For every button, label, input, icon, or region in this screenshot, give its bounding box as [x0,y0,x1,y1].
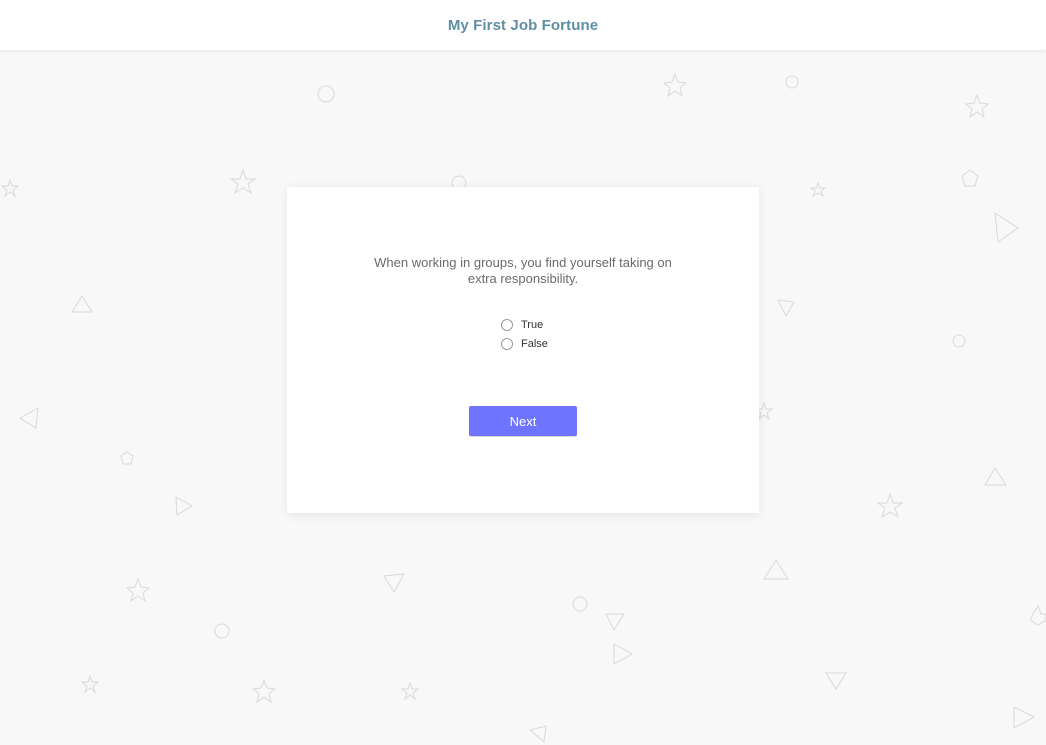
background-star [125,577,151,603]
background-triangle [613,643,634,665]
option-label-false: False [521,337,548,350]
background-star [1029,604,1046,626]
background-triangle [19,407,39,429]
background-triangle [175,496,193,516]
radio-button-false[interactable] [501,337,513,350]
background-circle [214,623,230,639]
background-triangle [777,299,795,318]
background-pentagon [961,169,979,187]
background-circle [952,334,966,348]
background-triangle [825,672,847,690]
background-triangle [1013,706,1036,729]
background-circle [317,85,335,103]
option-true[interactable]: True [501,315,621,334]
background-star [229,168,257,195]
answer-options: True False [501,315,621,353]
next-button[interactable]: Next [469,406,577,436]
background-star [80,674,100,694]
option-label-true: True [521,318,544,331]
background-triangle [763,559,789,580]
background-star [876,492,904,519]
question-text: When working in groups, you find yoursel… [374,255,672,286]
background-circle [785,75,799,89]
background-triangle [984,467,1007,486]
app-header: My First Job Fortune [0,0,1046,50]
background-triangle [383,573,405,593]
background-triangle [994,212,1019,243]
background-triangle [528,725,547,743]
radio-button-true[interactable] [501,318,513,331]
background-star [0,178,20,198]
background-star [251,678,277,704]
background-pentagon [120,451,134,465]
option-false[interactable]: False [501,334,621,353]
background-triangle [605,613,625,632]
background-star [400,681,420,701]
background-circle [572,596,588,612]
app-title: My First Job Fortune [447,16,599,34]
background-star [662,72,688,98]
background-star [809,181,827,198]
background-triangle [71,295,93,313]
background-star [964,93,990,119]
question-card: When working in groups, you find yoursel… [287,187,759,513]
